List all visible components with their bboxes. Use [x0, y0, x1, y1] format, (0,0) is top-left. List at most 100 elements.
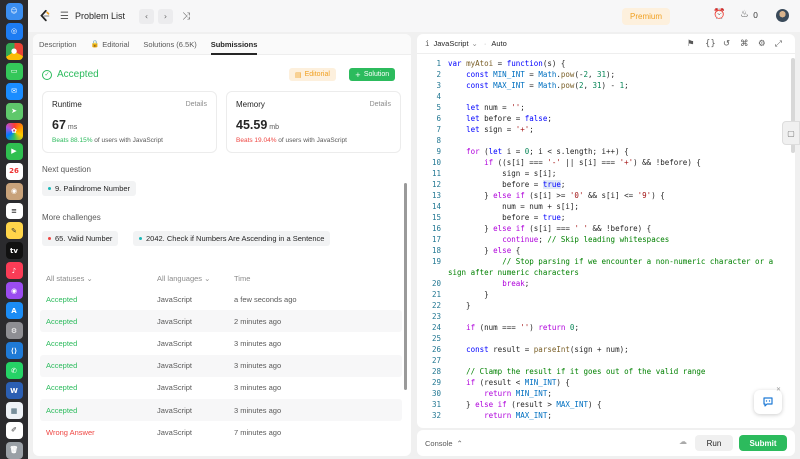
code-line[interactable]: 25 — [417, 333, 441, 344]
auto-mode-toggle[interactable]: Auto — [491, 39, 506, 48]
code-line[interactable]: 15 before = true; — [417, 212, 565, 223]
submit-button[interactable]: Submit — [739, 435, 787, 451]
code-line[interactable]: 30 return MIN_INT; — [417, 388, 552, 399]
console-toggle[interactable]: Console — [425, 439, 453, 448]
problem-list-title[interactable]: Problem List — [75, 11, 125, 21]
code-line[interactable]: 12 before = true; — [417, 179, 565, 190]
problem-list-icon[interactable]: ☰ — [60, 11, 69, 22]
language-select[interactable]: JavaScript — [434, 39, 469, 48]
submission-status[interactable]: Accepted — [46, 361, 157, 370]
code-line[interactable]: sign after numeric characters — [417, 267, 579, 278]
calendar-icon[interactable]: 26 — [5, 162, 23, 180]
tab-editorial[interactable]: 🔒 Editorial — [91, 40, 130, 49]
table-row[interactable]: Accepted JavaScript 3 minutes ago — [40, 332, 402, 354]
table-row[interactable]: Accepted JavaScript 3 minutes ago — [40, 377, 402, 399]
leetcode-logo-icon[interactable] — [38, 9, 52, 23]
tv-icon[interactable]: tv — [5, 242, 23, 260]
textedit-icon[interactable]: ✐ — [5, 422, 23, 439]
challenge-chip[interactable]: 65. Valid Number — [42, 231, 119, 246]
submission-status[interactable]: Accepted — [46, 295, 157, 304]
code-line[interactable]: 6 let before = false; — [417, 113, 551, 124]
next-question-chip[interactable]: 9. Palindrome Number — [42, 181, 137, 196]
vscode-icon[interactable]: ⟨⟩ — [5, 342, 23, 360]
bookmark-icon[interactable]: ⚑ — [687, 39, 695, 49]
facetime-icon[interactable]: ▶ — [5, 142, 23, 160]
code-line[interactable]: 32 return MAX_INT; — [417, 410, 552, 421]
code-line[interactable]: 18 } else { — [417, 245, 520, 256]
challenge-chip[interactable]: 2042. Check if Numbers Are Ascending in … — [133, 231, 331, 246]
chat-button[interactable] — [754, 390, 782, 414]
shuffle-icon[interactable]: ⤨ — [182, 11, 190, 22]
messages-icon[interactable]: ▭ — [5, 62, 23, 80]
table-row[interactable]: Accepted JavaScript a few seconds ago — [40, 288, 402, 310]
status-filter[interactable]: All statuses ⌄ — [46, 274, 157, 283]
table-row[interactable]: Accepted JavaScript 2 minutes ago — [40, 310, 402, 333]
submission-status[interactable]: Wrong Answer — [46, 428, 157, 437]
prev-problem-button[interactable]: ‹ — [139, 8, 154, 24]
photos-icon[interactable]: ✿ — [5, 122, 23, 140]
reset-icon[interactable]: ↺ — [723, 39, 730, 49]
code-line[interactable]: 27 — [417, 355, 441, 366]
table-row[interactable]: Wrong Answer JavaScript 7 minutes ago — [40, 421, 402, 443]
preview-icon[interactable]: ▦ — [5, 402, 23, 420]
table-row[interactable]: Accepted JavaScript 3 minutes ago — [40, 398, 402, 422]
appstore-icon[interactable]: A — [5, 302, 23, 320]
left-scrollbar[interactable] — [404, 183, 407, 390]
avatar[interactable] — [776, 9, 789, 22]
code-line[interactable]: 7 let sign = '+'; — [417, 124, 533, 135]
chrome-icon[interactable]: ● — [5, 42, 23, 60]
notes-side-tab-icon[interactable]: ▢ — [782, 121, 800, 145]
chevron-down-icon[interactable]: ⌄ — [472, 39, 478, 48]
braces-icon[interactable]: {} — [705, 39, 716, 49]
word-icon[interactable]: W — [5, 382, 23, 400]
solution-button[interactable]: + Solution — [349, 68, 396, 81]
code-line[interactable]: 9 for (let i = 0; i < s.length; i++) { — [417, 146, 628, 157]
code-line[interactable]: 22 } — [417, 300, 471, 311]
tab-submissions[interactable]: Submissions — [210, 40, 257, 55]
contacts-icon[interactable]: ◉ — [5, 182, 23, 200]
podcasts-icon[interactable]: ◉ — [5, 282, 23, 300]
submission-status[interactable]: Accepted — [46, 339, 157, 348]
table-row[interactable]: Accepted JavaScript 3 minutes ago — [40, 354, 402, 377]
trash-icon[interactable]: 🗑 — [5, 441, 23, 459]
tab-description[interactable]: Description — [39, 40, 77, 49]
fire-icon[interactable]: ♨ — [740, 9, 749, 20]
code-line[interactable]: 10 if ((s[i] === '-' || s[i] === '+') &&… — [417, 157, 701, 168]
code-line[interactable]: 24 if (num === '') return 0; — [417, 322, 579, 333]
run-button[interactable]: Run — [695, 435, 733, 451]
code-line[interactable]: 2 const MIN_INT = Math.pow(-2, 31); — [417, 69, 615, 80]
chevron-up-icon[interactable]: ⌃ — [457, 439, 463, 448]
editorial-button[interactable]: ▤ Editorial — [289, 68, 336, 81]
music-icon[interactable]: ♪ — [5, 262, 23, 280]
code-line[interactable]: 26 const result = parseInt(sign + num); — [417, 344, 629, 355]
code-line[interactable]: 14 num = num + s[i]; — [417, 201, 579, 212]
code-line[interactable]: 16 } else if (s[i] === ' ' && !before) { — [417, 223, 651, 234]
code-line[interactable]: 19 // Stop parsing if we encounter a non… — [417, 256, 773, 267]
gear-icon[interactable]: ⚙ — [758, 39, 766, 49]
code-line[interactable]: 28 // Clamp the result if it goes out of… — [417, 366, 705, 377]
cloud-icon[interactable]: ☁ — [679, 437, 687, 446]
code-line[interactable]: 17 continue; // Skip leading whitespaces — [417, 234, 669, 245]
notes-icon[interactable]: ✎ — [5, 222, 23, 240]
memory-card[interactable]: Memory Details 45.59 mb Beats 19.04% of u… — [226, 91, 401, 153]
submission-status[interactable]: Accepted — [46, 406, 157, 415]
submission-status[interactable]: Accepted — [46, 317, 157, 326]
code-line[interactable]: 4 — [417, 91, 441, 102]
close-icon[interactable]: ✕ — [776, 386, 781, 393]
language-filter[interactable]: All languages ⌄ — [157, 274, 234, 283]
code-line[interactable]: 13 } else if (s[i] >= '0' && s[i] <= '9'… — [417, 190, 665, 201]
fullscreen-icon[interactable]: ⤢ — [775, 39, 782, 49]
runtime-card[interactable]: Runtime Details 67 ms Beats 88.15% of use… — [42, 91, 217, 153]
timer-icon[interactable]: ⏰ — [713, 9, 725, 20]
code-line[interactable]: 29 if (result < MIN_INT) { — [417, 377, 570, 388]
code-line[interactable]: 5 let num = ''; — [417, 102, 524, 113]
code-line[interactable]: 8 — [417, 135, 441, 146]
code-line[interactable]: 23 — [417, 311, 441, 322]
runtime-details-link[interactable]: Details — [186, 101, 207, 108]
memory-details-link[interactable]: Details — [370, 101, 391, 108]
premium-button[interactable]: Premium — [622, 8, 671, 25]
submission-status[interactable]: Accepted — [46, 383, 157, 392]
next-problem-button[interactable]: › — [158, 8, 173, 24]
finder-icon[interactable]: ☺ — [5, 3, 23, 20]
code-line[interactable]: 31 } else if (result > MAX_INT) { — [417, 399, 602, 410]
